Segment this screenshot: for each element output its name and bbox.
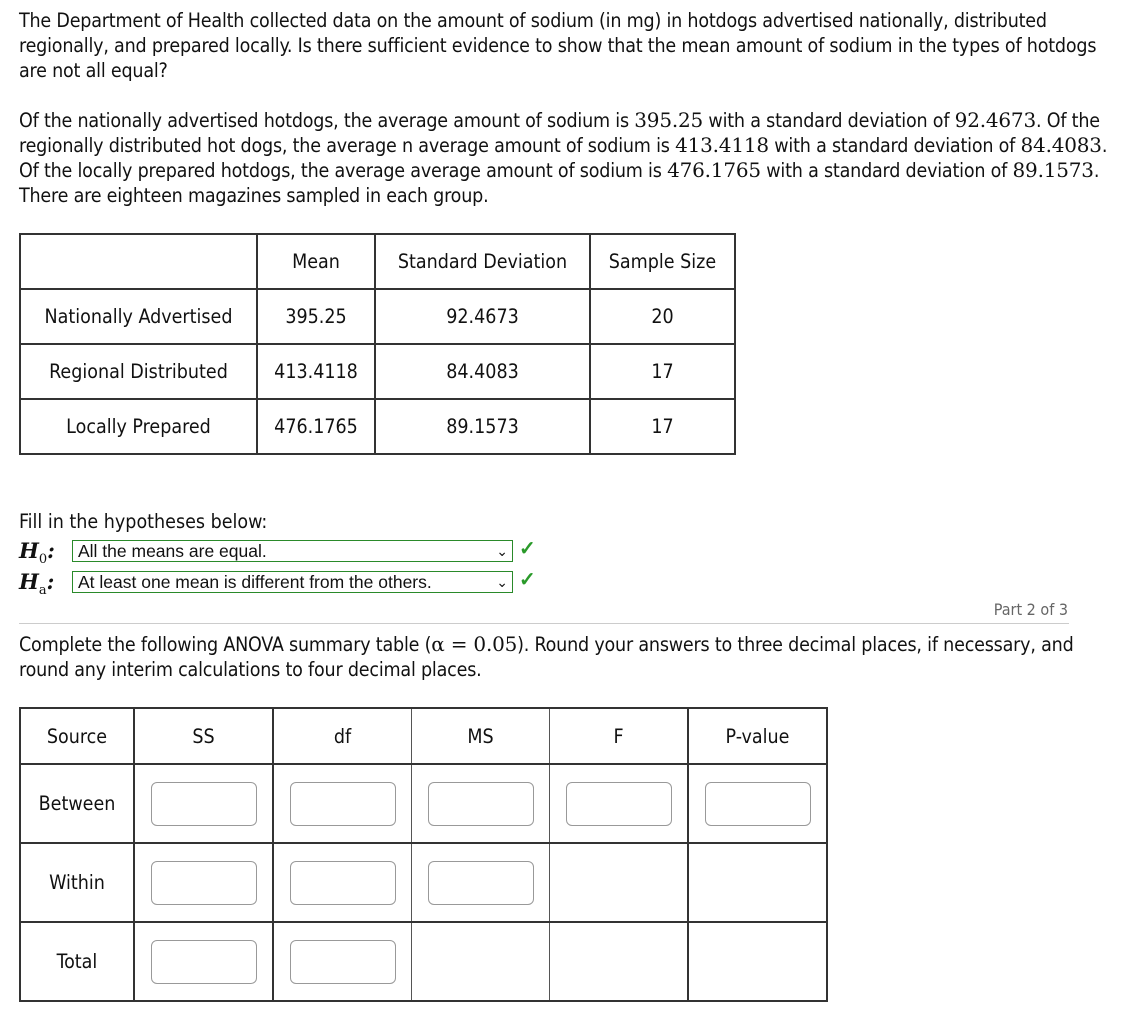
total-df-input[interactable] <box>289 939 396 984</box>
header-p-value: P-value <box>687 707 828 765</box>
table-row-between: Between <box>19 763 828 844</box>
header-sd: Standard Deviation <box>374 233 591 290</box>
hypotheses-prompt: Fill in the hypotheses below: <box>19 510 268 533</box>
empty-cell <box>687 842 828 923</box>
part-indicator: Part 2 of 3 <box>993 600 1068 619</box>
header-cell <box>19 233 258 290</box>
group-name: Locally Prepared <box>19 398 258 455</box>
sd-value: 84.4083 <box>374 343 591 400</box>
divider <box>19 623 1069 624</box>
anova-table: Source SS df MS F P-value Between Within… <box>19 707 828 1002</box>
within-ss-input[interactable] <box>150 860 257 905</box>
problem-intro: The Department of Health collected data … <box>19 9 1097 82</box>
sample-size-value: 20 <box>589 288 736 345</box>
header-f: F <box>549 707 689 765</box>
header-df: df <box>272 707 412 765</box>
header-ss: SS <box>133 707 274 765</box>
total-ss-input[interactable] <box>150 939 257 984</box>
row-label: Between <box>19 763 135 844</box>
row-label: Within <box>19 842 135 923</box>
chevron-down-icon: ⌄ <box>496 543 508 559</box>
table-header-row: Mean Standard Deviation Sample Size <box>19 233 736 290</box>
between-ss-input[interactable] <box>150 781 257 826</box>
h0-label: H0: <box>19 538 55 568</box>
within-ms-input[interactable] <box>427 860 534 905</box>
table-row-within: Within <box>19 842 828 923</box>
group-name: Regional Distributed <box>19 343 258 400</box>
empty-cell <box>687 921 828 1002</box>
summary-stats-table: Mean Standard Deviation Sample Size Nati… <box>19 233 736 455</box>
sample-size-value: 17 <box>589 343 736 400</box>
row-label: Total <box>19 921 135 1002</box>
between-df-input[interactable] <box>289 781 396 826</box>
checkmark-icon: ✓ <box>519 538 536 560</box>
table-row: Regional Distributed 413.4118 84.4083 17 <box>19 343 736 400</box>
header-ms: MS <box>411 707 550 765</box>
header-source: Source <box>19 707 135 765</box>
anova-prompt: Complete the following ANOVA summary tab… <box>19 632 1074 681</box>
between-p-value-input[interactable] <box>704 781 811 826</box>
table-header-row: Source SS df MS F P-value <box>19 707 828 765</box>
problem-details: Of the nationally advertised hotdogs, th… <box>19 108 1108 207</box>
ha-label: Ha: <box>19 569 55 599</box>
mean-value: 395.25 <box>256 288 376 345</box>
between-f-input[interactable] <box>565 781 672 826</box>
mean-value: 413.4118 <box>256 343 376 400</box>
ha-selected-value: At least one mean is different from the … <box>78 572 432 592</box>
mean-value: 476.1765 <box>256 398 376 455</box>
empty-cell <box>549 842 689 923</box>
sd-value: 92.4673 <box>374 288 591 345</box>
group-name: Nationally Advertised <box>19 288 258 345</box>
empty-cell <box>411 921 550 1002</box>
h0-select[interactable]: All the means are equal. ⌄ <box>72 540 513 562</box>
h0-selected-value: All the means are equal. <box>78 541 267 561</box>
ha-select[interactable]: At least one mean is different from the … <box>72 571 513 593</box>
table-row: Locally Prepared 476.1765 89.1573 17 <box>19 398 736 455</box>
checkmark-icon: ✓ <box>519 569 536 591</box>
chevron-down-icon: ⌄ <box>496 574 508 590</box>
table-row-total: Total <box>19 921 828 1002</box>
sd-value: 89.1573 <box>374 398 591 455</box>
within-df-input[interactable] <box>289 860 396 905</box>
header-mean: Mean <box>256 233 376 290</box>
header-sample-size: Sample Size <box>589 233 736 290</box>
empty-cell <box>549 921 689 1002</box>
between-ms-input[interactable] <box>427 781 534 826</box>
table-row: Nationally Advertised 395.25 92.4673 20 <box>19 288 736 345</box>
sample-size-value: 17 <box>589 398 736 455</box>
